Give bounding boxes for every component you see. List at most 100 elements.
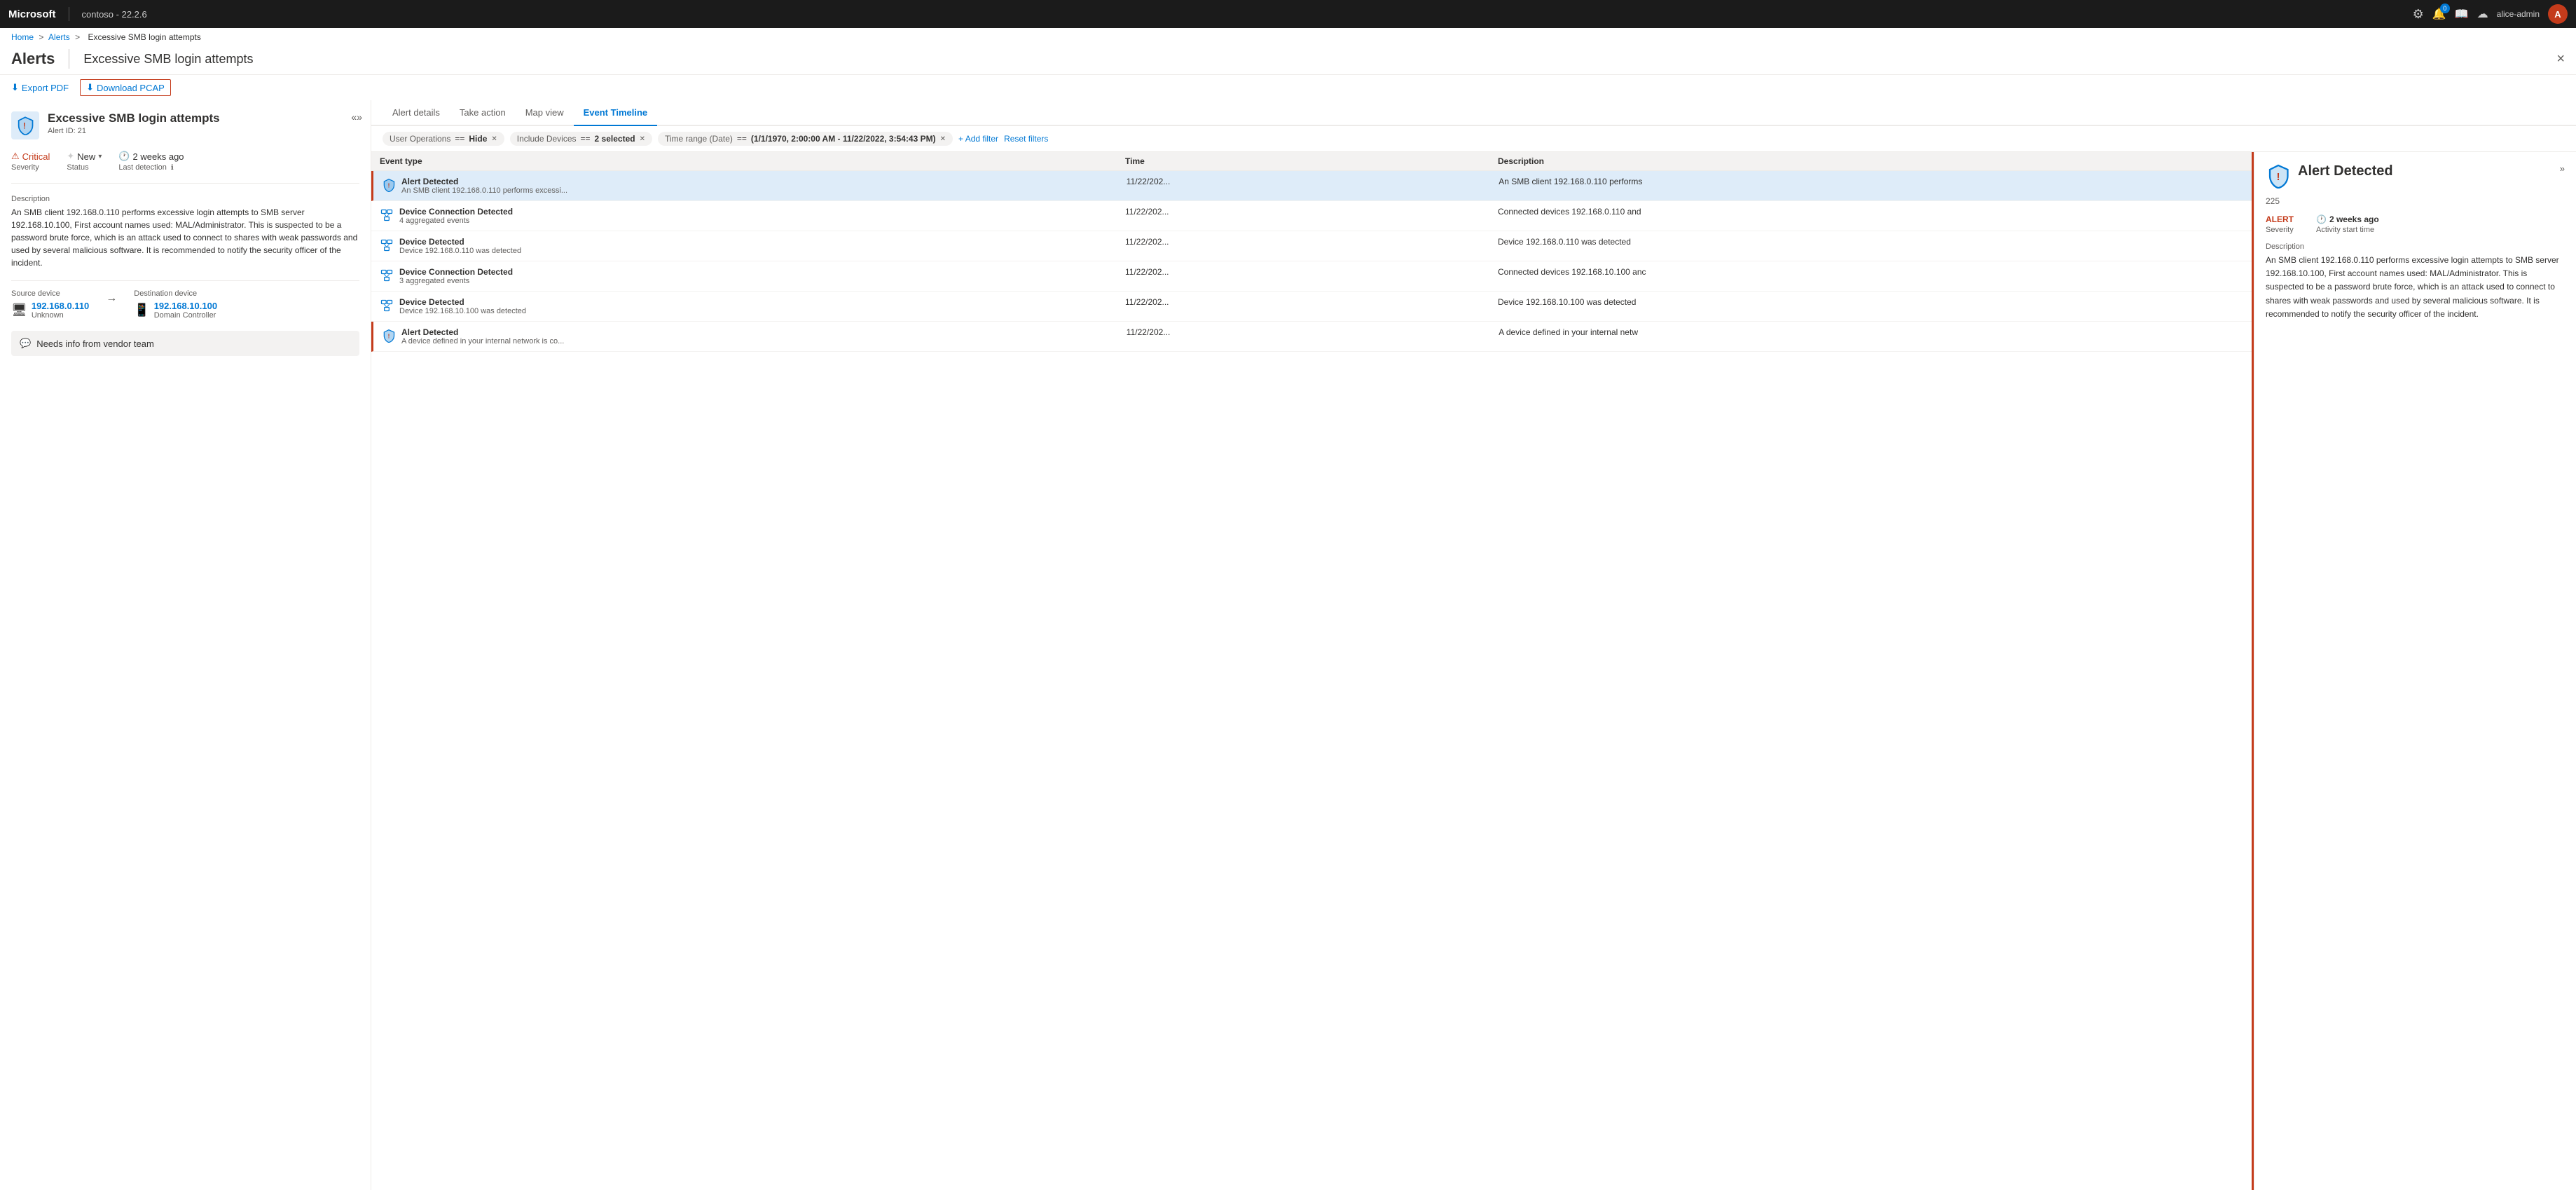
filter-user-operations[interactable]: User Operations == Hide ✕ xyxy=(383,132,504,146)
network-icon-1 xyxy=(380,208,394,224)
filter-time-range[interactable]: Time range (Date) == (1/1/1970, 2:00:00 … xyxy=(658,132,953,146)
network-icon-2 xyxy=(380,238,394,254)
export-pdf-button[interactable]: ⬇ Export PDF xyxy=(11,82,69,93)
detail-meta: ALERT Severity 🕐 2 weeks ago Activity st… xyxy=(2266,214,2565,234)
book-icon[interactable]: 📖 xyxy=(2455,7,2469,21)
status-meta: ✦ New ▾ Status xyxy=(67,151,102,172)
filter-val-1: Hide xyxy=(469,134,487,144)
table-row[interactable]: Device Connection Detected 3 aggregated … xyxy=(371,261,2252,292)
status-label: Status xyxy=(67,163,102,172)
avatar[interactable]: A xyxy=(2548,4,2568,24)
download-pcap-icon: ⬇ xyxy=(86,82,94,93)
tab-alert-details[interactable]: Alert details xyxy=(383,100,450,126)
info-icon[interactable]: ℹ xyxy=(171,164,174,172)
event-desc-4: Device 192.168.10.100 was detected xyxy=(1498,297,2243,315)
svg-text:!: ! xyxy=(388,332,390,339)
add-filter-button[interactable]: + Add filter xyxy=(958,134,998,144)
detail-activity-value: 🕐 2 weeks ago xyxy=(2316,214,2379,224)
network-icon-4 xyxy=(380,299,394,315)
event-content-area: Event type Time Description ! xyxy=(371,152,2576,1190)
table-row[interactable]: ! Alert Detected A device defined in you… xyxy=(371,322,2252,352)
destination-type: Domain Controller xyxy=(154,311,217,320)
comment-section[interactable]: 💬 Needs info from vendor team xyxy=(11,331,359,356)
event-type-name-5: Alert Detected xyxy=(401,327,564,337)
col-event-type: Event type xyxy=(380,156,1125,166)
cloud-icon[interactable]: ☁ xyxy=(2477,7,2488,21)
event-desc-0: An SMB client 192.168.0.110 performs xyxy=(1499,177,2243,195)
source-ip[interactable]: 192.168.0.110 xyxy=(32,301,89,311)
network-icon-3 xyxy=(380,268,394,285)
source-type: Unknown xyxy=(32,311,89,320)
destination-ip[interactable]: 192.168.10.100 xyxy=(154,301,217,311)
reset-filters-label: Reset filters xyxy=(1004,134,1048,144)
download-icon: ⬇ xyxy=(11,82,19,93)
filter-include-devices[interactable]: Include Devices == 2 selected ✕ xyxy=(510,132,652,146)
event-type-name-2: Device Detected xyxy=(399,237,521,247)
detail-description-section: Description An SMB client 192.168.0.110 … xyxy=(2266,242,2565,321)
notifications-icon[interactable]: 🔔 0 xyxy=(2432,7,2446,21)
filter-val-2: 2 selected xyxy=(595,134,635,144)
source-device-block: Source device 🖥 192.168.0.110 Unknown xyxy=(11,289,89,320)
detail-collapse-button[interactable]: » xyxy=(2560,163,2565,174)
comment-text: Needs info from vendor team xyxy=(36,338,154,349)
right-panel: Alert details Take action Map view Event… xyxy=(371,100,2576,1190)
event-type-sub-5: A device defined in your internal networ… xyxy=(401,337,564,346)
filter-val-3: (1/1/1970, 2:00:00 AM - 11/22/2022, 3:54… xyxy=(751,134,936,144)
filter-key-2: Include Devices xyxy=(517,134,577,144)
col-description: Description xyxy=(1498,156,2243,166)
description-section: Description An SMB client 192.168.0.110 … xyxy=(11,195,359,269)
table-row[interactable]: Device Connection Detected 4 aggregated … xyxy=(371,201,2252,231)
monitor-icon: 🖥 xyxy=(11,303,27,317)
table-row[interactable]: ! Alert Detected An SMB client 192.168.0… xyxy=(371,171,2252,201)
event-type-info-0: Alert Detected An SMB client 192.168.0.1… xyxy=(401,177,567,195)
svg-text:!: ! xyxy=(388,182,390,189)
event-type-info-1: Device Connection Detected 4 aggregated … xyxy=(399,207,513,225)
devices-section: Source device 🖥 192.168.0.110 Unknown → … xyxy=(11,280,359,320)
alert-meta: ⚠ Critical Severity ✦ New ▾ Status 🕐 2 w… xyxy=(11,151,359,184)
filter-key-1: User Operations xyxy=(390,134,450,144)
filter-remove-1[interactable]: ✕ xyxy=(491,135,497,143)
panel-collapse-button[interactable]: «» xyxy=(351,111,362,123)
close-button[interactable]: × xyxy=(2556,51,2565,67)
reset-filters-button[interactable]: Reset filters xyxy=(1004,134,1048,144)
alert-title-block: Excessive SMB login attempts Alert ID: 2… xyxy=(48,111,220,135)
tab-event-timeline[interactable]: Event Timeline xyxy=(574,100,658,126)
alert-id: Alert ID: 21 xyxy=(48,127,220,135)
detail-shield-icon: ! xyxy=(2266,163,2291,191)
brand-logo: Microsoft xyxy=(8,8,56,20)
event-type-sub-0: An SMB client 192.168.0.110 performs exc… xyxy=(401,186,567,195)
toolbar: ⬇ Export PDF ⬇ Download PCAP xyxy=(0,75,2576,100)
event-type-sub-2: Device 192.168.0.110 was detected xyxy=(399,247,521,255)
table-row[interactable]: Device Detected Device 192.168.10.100 wa… xyxy=(371,292,2252,322)
destination-device-block: Destination device 📱 192.168.10.100 Doma… xyxy=(134,289,217,320)
page-title: Alerts xyxy=(11,50,55,68)
description-text: An SMB client 192.168.0.110 performs exc… xyxy=(11,206,359,269)
destination-device-label: Destination device xyxy=(134,289,217,298)
description-label: Description xyxy=(11,195,359,203)
filter-remove-3[interactable]: ✕ xyxy=(940,135,946,143)
filter-remove-2[interactable]: ✕ xyxy=(640,135,645,143)
source-device-label: Source device xyxy=(11,289,89,298)
event-type-info-5: Alert Detected A device defined in your … xyxy=(401,327,564,346)
settings-icon[interactable]: ⚙ xyxy=(2413,7,2424,22)
event-time-1: 11/22/202... xyxy=(1125,207,1498,225)
shield-icon: ! xyxy=(11,111,39,139)
detail-title-block: Alert Detected xyxy=(2298,163,2393,179)
destination-device-info: 📱 192.168.10.100 Domain Controller xyxy=(134,301,217,320)
table-header: Event type Time Description xyxy=(371,152,2252,171)
event-desc-2: Device 192.168.0.110 was detected xyxy=(1498,237,2243,255)
chevron-down-icon[interactable]: ▾ xyxy=(98,153,102,160)
clock-icon: 🕐 xyxy=(118,151,130,162)
event-type-name-3: Device Connection Detected xyxy=(399,267,513,277)
tab-take-action[interactable]: Take action xyxy=(450,100,516,126)
main-layout: «» ! Excessive SMB login attempts Alert … xyxy=(0,100,2576,1190)
detail-severity-value: ALERT xyxy=(2266,214,2294,224)
chat-icon: 💬 xyxy=(20,338,31,349)
status-value[interactable]: ✦ New ▾ xyxy=(67,151,102,162)
breadcrumb-alerts[interactable]: Alerts xyxy=(48,32,70,42)
detail-activity-label: Activity start time xyxy=(2316,226,2379,234)
tab-map-view[interactable]: Map view xyxy=(516,100,574,126)
download-pcap-button[interactable]: ⬇ Download PCAP xyxy=(80,79,171,96)
table-row[interactable]: Device Detected Device 192.168.0.110 was… xyxy=(371,231,2252,261)
breadcrumb-home[interactable]: Home xyxy=(11,32,34,42)
